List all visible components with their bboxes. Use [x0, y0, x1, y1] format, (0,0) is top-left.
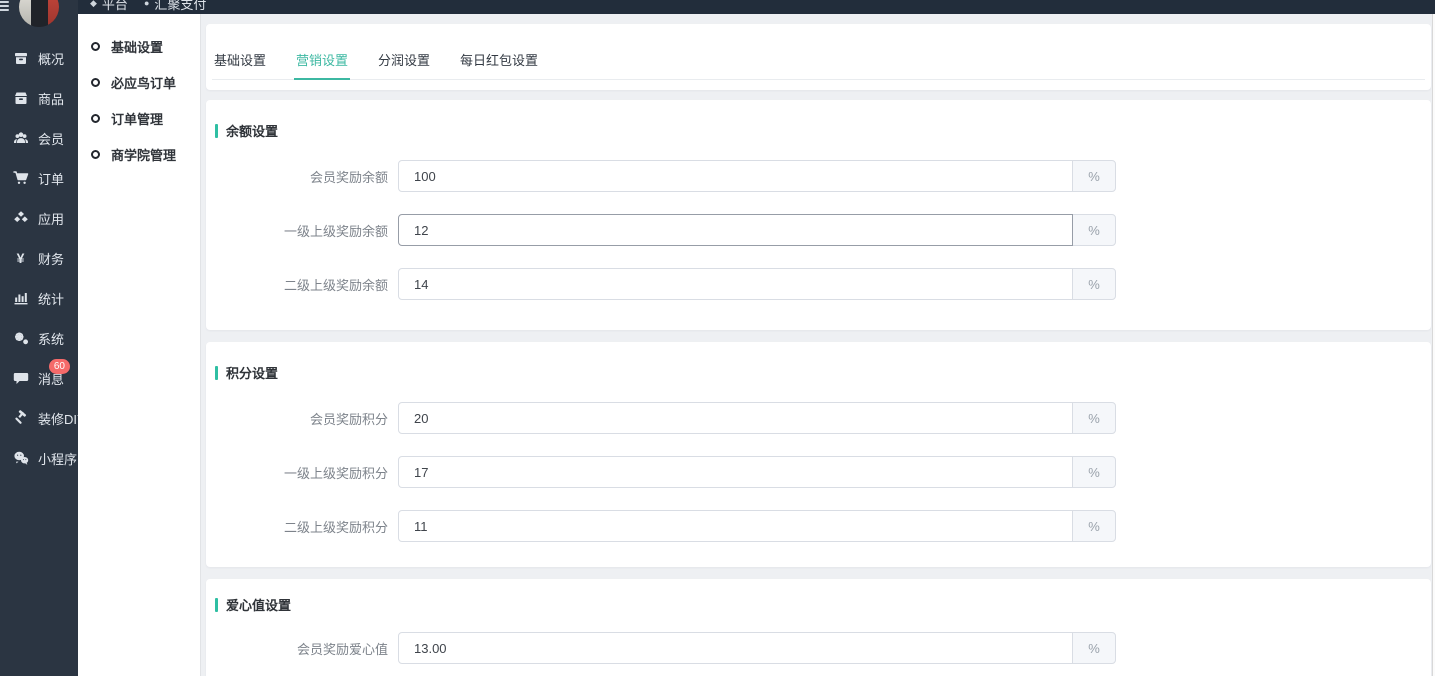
sidebar-item-label: 会员 — [38, 129, 64, 148]
gavel-icon — [12, 410, 29, 426]
sidebar-item-label: 财务 — [38, 249, 64, 268]
message-bubble-icon — [12, 370, 29, 386]
level2-parent-reward-points-input[interactable] — [398, 510, 1073, 542]
submenu-item-business-school[interactable]: 商学院管理 — [78, 136, 200, 172]
section-accent-bar — [215, 366, 218, 380]
settings-tabs: 基础设置 营销设置 分润设置 每日红包设置 — [212, 24, 1425, 80]
section-title: 余额设置 — [226, 121, 278, 140]
sidebar-item-label: 应用 — [38, 209, 64, 228]
submenu-item-bingbird-orders[interactable]: 必应鸟订单 — [78, 64, 200, 100]
sidebar-item-label: 统计 — [38, 289, 64, 308]
percent-suffix: % — [1072, 402, 1116, 434]
percent-suffix: % — [1072, 510, 1116, 542]
sidebar-item-overview[interactable]: 概况 — [0, 38, 78, 78]
topbar-item-platform[interactable]: ◆ 平台 — [90, 0, 128, 13]
sidebar-item-label: 订单 — [38, 169, 64, 188]
submenu-item-label: 订单管理 — [111, 109, 163, 128]
level1-parent-reward-points-input[interactable] — [398, 456, 1073, 488]
submenu-item-label: 基础设置 — [111, 37, 163, 56]
cart-icon — [12, 170, 29, 186]
menu-toggle-icon[interactable] — [0, 0, 9, 13]
circle-icon — [91, 42, 100, 51]
submenu-item-order-management[interactable]: 订单管理 — [78, 100, 200, 136]
sidebar-item-label: 系统 — [38, 329, 64, 348]
member-reward-love-value-input[interactable] — [398, 632, 1073, 664]
tab-profit-settings[interactable]: 分润设置 — [376, 50, 432, 79]
percent-suffix: % — [1072, 160, 1116, 192]
topbar-item-label: 平台 — [102, 0, 128, 13]
tab-marketing-settings[interactable]: 营销设置 — [294, 50, 350, 80]
sidebar-item-label: 小程序 — [38, 449, 77, 468]
avatar[interactable] — [19, 0, 59, 27]
tab-daily-redpacket-settings[interactable]: 每日红包设置 — [458, 50, 540, 79]
sidebar-item-members[interactable]: 会员 — [0, 118, 78, 158]
sidebar-item-finance[interactable]: ¥ 财务 — [0, 238, 78, 278]
goods-box-icon — [12, 90, 29, 106]
topbar-item-label: 汇聚支付 — [154, 0, 206, 13]
section-title: 积分设置 — [226, 363, 278, 382]
circle-icon — [91, 78, 100, 87]
bar-chart-icon — [12, 290, 29, 306]
tab-basic-settings[interactable]: 基础设置 — [212, 50, 268, 79]
sidebar-item-goods[interactable]: 商品 — [0, 78, 78, 118]
users-icon — [12, 130, 29, 146]
topbar-item-payment[interactable]: ● 汇聚支付 — [144, 0, 206, 13]
field-label: 会员奖励余额 — [206, 167, 388, 186]
section-accent-bar — [215, 124, 218, 138]
coin-icon: ● — [144, 0, 149, 8]
sidebar-item-orders[interactable]: 订单 — [0, 158, 78, 198]
sidebar-item-label: 商品 — [38, 89, 64, 108]
level1-parent-reward-balance-input[interactable] — [398, 214, 1073, 246]
sidebar-item-messages[interactable]: 消息 60 — [0, 358, 78, 398]
message-count-badge: 60 — [49, 359, 70, 374]
sidebar-item-statistics[interactable]: 统计 — [0, 278, 78, 318]
submenu-item-label: 必应鸟订单 — [111, 73, 176, 92]
percent-suffix: % — [1072, 632, 1116, 664]
cubes-icon — [12, 210, 29, 226]
submenu-item-basic-settings[interactable]: 基础设置 — [78, 28, 200, 64]
member-reward-balance-input[interactable] — [398, 160, 1073, 192]
sidebar-item-system[interactable]: 系统 — [0, 318, 78, 358]
balance-settings-card: 余额设置 会员奖励余额 % 一级上级奖励余额 % 二级上级奖励余额 — [206, 100, 1431, 330]
level2-parent-reward-balance-input[interactable] — [398, 268, 1073, 300]
sidebar-item-apps[interactable]: 应用 — [0, 198, 78, 238]
field-label: 二级上级奖励积分 — [206, 517, 388, 536]
primary-sidebar: 概况 商品 会员 订单 应用 ¥ — [0, 0, 78, 676]
percent-suffix: % — [1072, 214, 1116, 246]
field-label: 会员奖励积分 — [206, 409, 388, 428]
secondary-sidebar: 基础设置 必应鸟订单 订单管理 商学院管理 — [78, 14, 200, 676]
points-settings-card: 积分设置 会员奖励积分 % 一级上级奖励积分 % 二级上级奖励积分 — [206, 342, 1431, 567]
sidebar-item-decorate-diy[interactable]: 装修DIY — [0, 398, 78, 438]
sidebar-item-label: 概况 — [38, 49, 64, 68]
percent-suffix: % — [1072, 268, 1116, 300]
section-title: 爱心值设置 — [226, 595, 291, 614]
field-label: 一级上级奖励余额 — [206, 221, 388, 240]
sidebar-item-miniprogram[interactable]: 小程序 — [0, 438, 78, 478]
member-reward-points-input[interactable] — [398, 402, 1073, 434]
tabs-card: 基础设置 营销设置 分润设置 每日红包设置 — [206, 24, 1431, 90]
primary-nav: 概况 商品 会员 订单 应用 ¥ — [0, 38, 78, 478]
wechat-icon — [12, 450, 29, 466]
submenu-item-label: 商学院管理 — [111, 145, 176, 164]
gears-icon — [12, 330, 29, 346]
percent-suffix: % — [1072, 456, 1116, 488]
field-label: 会员奖励爱心值 — [206, 639, 388, 658]
overview-box-icon — [12, 50, 29, 66]
field-label: 二级上级奖励余额 — [206, 275, 388, 294]
circle-icon — [91, 114, 100, 123]
love-value-settings-card: 爱心值设置 会员奖励爱心值 % — [206, 579, 1431, 676]
circle-icon — [91, 150, 100, 159]
diamond-icon: ◆ — [90, 0, 97, 8]
section-accent-bar — [215, 598, 218, 612]
yen-icon: ¥ — [12, 250, 29, 266]
topbar: ◆ 平台 ● 汇聚支付 — [0, 0, 1435, 14]
field-label: 一级上级奖励积分 — [206, 463, 388, 482]
main-content: 基础设置 营销设置 分润设置 每日红包设置 余额设置 会员奖励余额 % 一级上级… — [200, 14, 1432, 676]
